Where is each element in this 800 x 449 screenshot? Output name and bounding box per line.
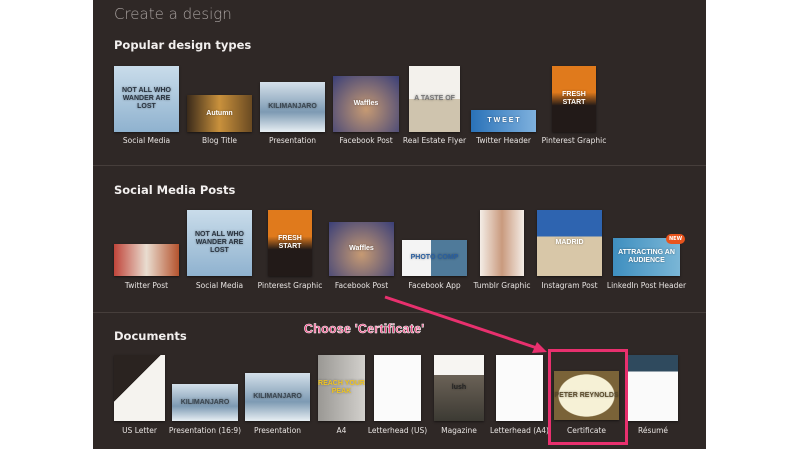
certificate-highlight-box	[548, 349, 628, 445]
annotation-arrow	[384, 295, 547, 353]
annotation-text: Choose 'Certificate'	[304, 322, 425, 337]
